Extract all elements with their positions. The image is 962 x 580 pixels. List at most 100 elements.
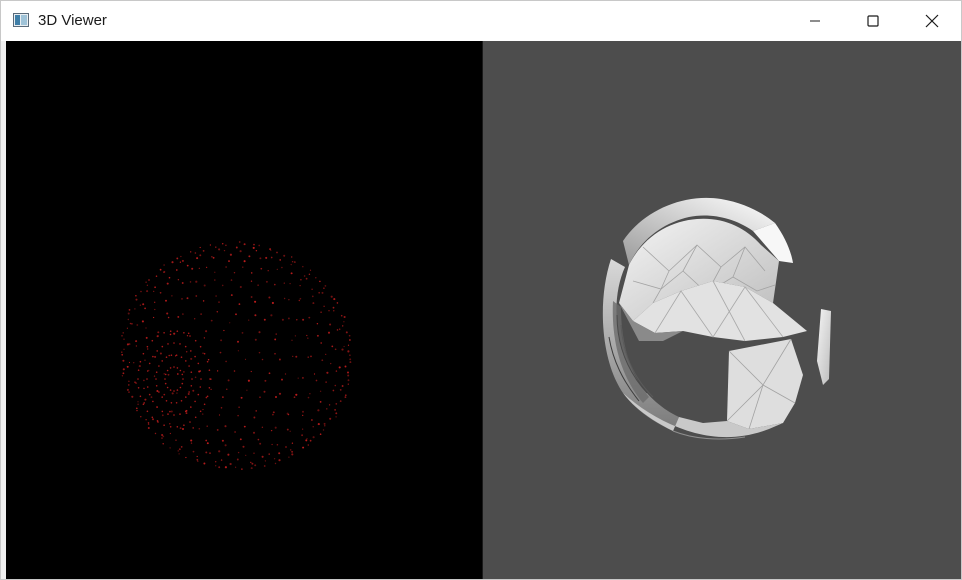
point-cloud-point xyxy=(349,358,352,361)
point-cloud-point xyxy=(224,425,227,428)
minimize-icon xyxy=(810,20,820,21)
point-cloud-point xyxy=(179,413,181,415)
point-cloud-point xyxy=(254,464,257,467)
point-cloud-point xyxy=(123,338,125,340)
point-cloud-point xyxy=(168,276,171,279)
point-cloud-point xyxy=(176,373,179,375)
point-cloud-point xyxy=(179,343,181,345)
point-cloud-point xyxy=(137,369,140,372)
point-cloud-point xyxy=(229,253,232,256)
point-cloud-point xyxy=(137,401,139,403)
point-cloud-point xyxy=(248,255,251,258)
point-cloud-point xyxy=(291,453,294,456)
point-cloud-point xyxy=(158,391,160,393)
point-cloud-point xyxy=(312,426,314,428)
point-cloud-point xyxy=(190,371,193,374)
point-cloud-point xyxy=(264,379,267,382)
point-cloud-point xyxy=(171,295,173,297)
point-cloud-point xyxy=(216,370,219,372)
point-cloud-point xyxy=(143,402,146,404)
point-cloud-point xyxy=(265,280,268,283)
point-cloud-point xyxy=(223,329,225,332)
point-cloud-point xyxy=(194,318,196,320)
point-cloud-point xyxy=(254,314,257,317)
point-cloud-point xyxy=(274,338,277,341)
point-cloud-point xyxy=(166,282,169,285)
point-cloud-point xyxy=(281,266,283,269)
point-cloud-point xyxy=(263,390,266,393)
point-cloud-point xyxy=(169,410,171,413)
point-cloud-point xyxy=(151,339,154,342)
point-cloud-point xyxy=(272,411,275,414)
point-cloud-point xyxy=(302,446,305,449)
point-cloud-point xyxy=(260,267,263,270)
point-cloud-point xyxy=(307,356,309,358)
point-cloud-point xyxy=(334,348,337,351)
point-cloud-point xyxy=(163,373,165,375)
point-cloud-point xyxy=(183,371,185,373)
minimize-button[interactable] xyxy=(786,1,844,40)
title-bar[interactable]: 3D Viewer xyxy=(1,1,961,40)
mesh-viewport[interactable] xyxy=(483,41,961,579)
point-cloud-point xyxy=(274,462,277,465)
point-cloud-point xyxy=(176,389,179,391)
point-cloud-point xyxy=(202,300,205,302)
point-cloud-point xyxy=(206,425,208,427)
point-cloud-point xyxy=(159,291,162,294)
point-cloud-point xyxy=(181,259,184,262)
point-cloud-point xyxy=(210,319,213,322)
point-cloud-point xyxy=(281,378,283,381)
point-cloud-point xyxy=(329,417,332,420)
point-cloud-point xyxy=(269,248,272,251)
point-cloud-point xyxy=(343,315,346,319)
point-cloud-point xyxy=(144,359,146,361)
point-cloud-point xyxy=(154,308,156,311)
point-cloud-point xyxy=(151,416,154,419)
point-cloud-point xyxy=(165,299,167,302)
point-cloud-point xyxy=(165,400,168,402)
point-cloud-point xyxy=(258,244,261,247)
point-cloud-point xyxy=(145,281,147,283)
point-cloud-point xyxy=(301,376,304,379)
point-cloud-point xyxy=(215,465,217,467)
point-cloud-point xyxy=(139,395,142,398)
point-cloud-point xyxy=(270,429,273,432)
point-cloud-point xyxy=(291,442,294,444)
close-button[interactable] xyxy=(903,1,961,40)
point-cloud-point xyxy=(132,361,135,364)
point-cloud-point xyxy=(321,359,324,362)
point-cloud-point xyxy=(270,314,273,317)
point-cloud-point xyxy=(290,272,293,275)
point-cloud-point xyxy=(283,297,286,300)
point-cloud-point xyxy=(252,246,255,249)
point-cloud-point xyxy=(205,396,208,399)
point-cloud-point xyxy=(295,355,298,358)
point-cloud-point xyxy=(276,268,278,271)
point-cloud-point xyxy=(237,451,240,454)
point-cloud-point xyxy=(258,351,261,354)
point-cloud-point xyxy=(192,427,194,429)
point-cloud-point xyxy=(206,442,209,445)
point-cloud-point xyxy=(320,311,322,314)
point-cloud-point xyxy=(197,393,200,396)
point-cloud-point xyxy=(144,398,147,401)
point-cloud-point xyxy=(148,393,151,396)
point-cloud-point xyxy=(234,466,237,468)
point-cloud-viewport[interactable] xyxy=(6,41,482,579)
point-cloud-point xyxy=(327,331,331,334)
maximize-icon xyxy=(867,14,879,27)
point-cloud-point xyxy=(335,412,338,415)
point-cloud-point xyxy=(167,413,169,415)
point-cloud-point xyxy=(178,453,180,455)
point-cloud-point xyxy=(199,386,202,388)
point-cloud-point xyxy=(248,319,250,321)
point-cloud-point xyxy=(319,401,322,403)
point-cloud-point xyxy=(128,380,130,382)
maximize-button[interactable] xyxy=(844,1,902,40)
point-cloud-point xyxy=(163,264,165,266)
point-cloud-point xyxy=(341,348,344,351)
point-cloud-point xyxy=(320,342,323,344)
point-cloud-point xyxy=(285,446,287,448)
point-cloud-point xyxy=(166,386,169,389)
point-cloud-point xyxy=(126,365,129,368)
